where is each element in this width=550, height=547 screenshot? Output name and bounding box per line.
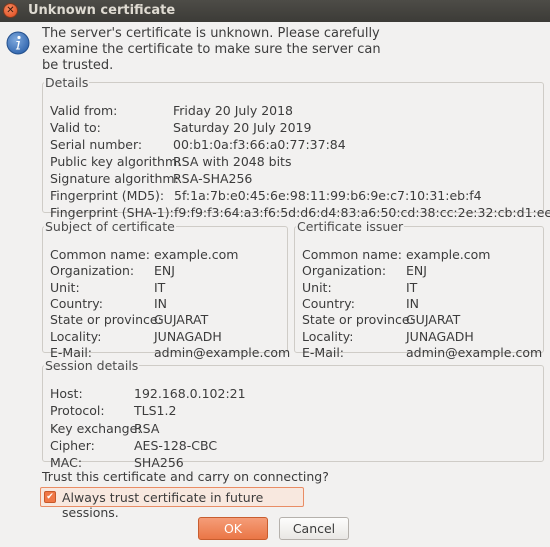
subject-label: State or province: xyxy=(50,312,162,328)
subject-label: Common name: xyxy=(50,247,150,262)
subject-value: IN xyxy=(154,295,168,311)
issuer-value: IT xyxy=(406,279,418,295)
session-group: Session details Host: 192.168.0.102:21 Pro… xyxy=(42,358,544,470)
close-button[interactable]: ✕ xyxy=(3,3,18,18)
details-value: f9:f9:f3:64:a3:f6:5d:d6:d4:83:a6:50:cd:3… xyxy=(174,205,550,220)
always-trust-label[interactable]: Always trust certificate in future sessi… xyxy=(62,490,303,520)
subject-value: JUNAGADH xyxy=(154,328,222,344)
session-value: 192.168.0.102:21 xyxy=(134,386,246,401)
issuer-value: ENJ xyxy=(406,263,427,279)
title-bar: ✕ Unknown certificate xyxy=(0,0,550,22)
details-label: Signature algorithm: xyxy=(50,171,179,186)
subject-label: Unit: xyxy=(50,279,80,295)
always-trust-checkbox[interactable]: ✔ xyxy=(44,491,56,503)
details-label: Public key algorithm: xyxy=(50,154,182,169)
session-label: Key exchange: xyxy=(50,420,142,436)
details-legend: Details xyxy=(45,75,89,90)
issuer-value: example.com xyxy=(406,247,491,262)
session-label: MAC: xyxy=(50,455,83,471)
subject-label: Locality: xyxy=(50,328,102,344)
details-label: Fingerprint (MD5): xyxy=(50,188,165,203)
checkmark-icon: ✔ xyxy=(46,492,54,502)
subject-value: ENJ xyxy=(154,263,175,279)
close-icon: ✕ xyxy=(6,5,15,16)
issuer-value: IN xyxy=(406,295,420,311)
issuer-group: Certificate issuer Common name: example.c… xyxy=(294,219,544,360)
issuer-label: Common name: xyxy=(302,247,402,262)
always-trust-checkbox-row[interactable]: ✔ Always trust certificate in future ses… xyxy=(40,487,304,520)
session-value: SHA256 xyxy=(134,455,184,471)
session-value: RSA xyxy=(134,420,160,436)
subject-value: GUJARAT xyxy=(154,312,209,328)
details-label: Fingerprint (SHA-1): xyxy=(50,205,174,220)
session-label: Cipher: xyxy=(50,437,95,453)
details-group: Details Valid from: Friday 20 July 2018 Va… xyxy=(42,75,550,220)
issuer-label: Unit: xyxy=(302,279,332,295)
details-label: Valid from: xyxy=(50,103,118,118)
details-value: 5f:1a:7b:e0:45:6e:98:11:99:b6:9e:c7:10:3… xyxy=(174,188,482,203)
details-value: Friday 20 July 2018 xyxy=(173,103,294,118)
subject-value: example.com xyxy=(154,247,239,262)
subject-label: Country: xyxy=(50,295,103,311)
cancel-button[interactable]: Cancel xyxy=(279,517,349,540)
intro-message: The server's certificate is unknown. Ple… xyxy=(42,26,381,73)
issuer-legend: Certificate issuer xyxy=(297,219,404,234)
details-label: Serial number: xyxy=(50,137,143,152)
issuer-label: Country: xyxy=(302,295,355,311)
info-icon xyxy=(6,31,30,55)
issuer-label: Organization: xyxy=(302,263,387,279)
subject-label: Organization: xyxy=(50,263,135,279)
subject-group: Subject of certificate Common name: examp… xyxy=(42,219,290,360)
details-label: Valid to: xyxy=(50,120,101,135)
details-value: Saturday 20 July 2019 xyxy=(173,120,312,135)
session-label: Protocol: xyxy=(50,403,105,419)
session-legend: Session details xyxy=(45,358,139,373)
details-value: RSA with 2048 bits xyxy=(173,154,292,169)
session-value: AES-128-CBC xyxy=(134,437,218,453)
details-value: RSA-SHA256 xyxy=(173,171,253,186)
details-value: 00:b1:0a:f3:66:a0:77:37:84 xyxy=(173,137,346,152)
session-value: TLS1.2 xyxy=(134,403,177,419)
issuer-value: GUJARAT xyxy=(406,312,461,328)
issuer-value: JUNAGADH xyxy=(406,328,474,344)
ok-button[interactable]: OK xyxy=(198,517,268,540)
subject-value: IT xyxy=(154,279,166,295)
window-title: Unknown certificate xyxy=(28,3,176,18)
session-label: Host: xyxy=(50,386,83,401)
issuer-label: Locality: xyxy=(302,328,354,344)
trust-question: Trust this certificate and carry on conn… xyxy=(42,469,329,484)
subject-legend: Subject of certificate xyxy=(45,219,175,234)
issuer-label: State or province: xyxy=(302,312,414,328)
